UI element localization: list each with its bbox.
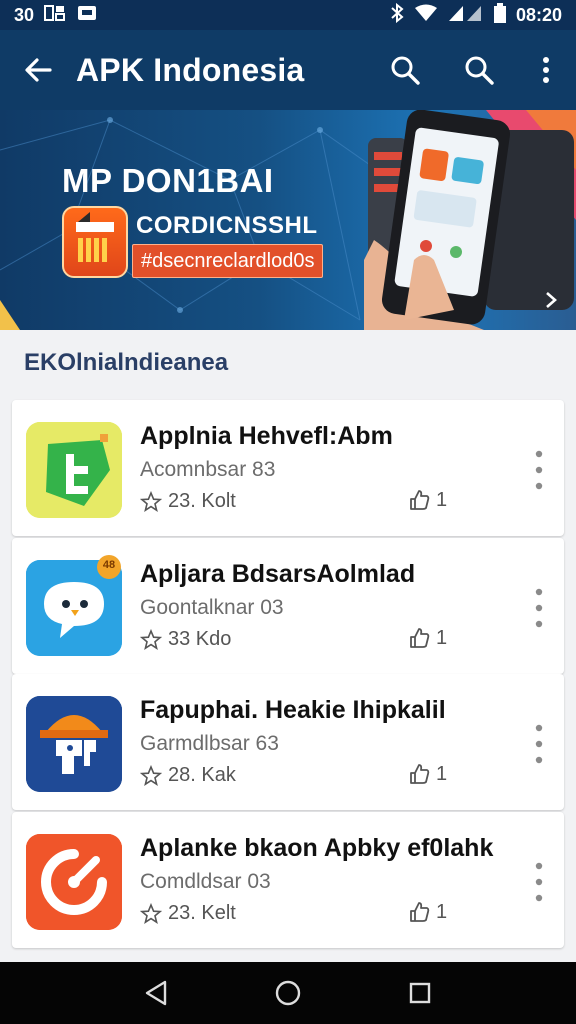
app-bar: APK Indonesia (0, 30, 576, 110)
list-item[interactable]: Applnia Hehvefl:Abm Acomnbsar 83 23. Kol… (12, 400, 564, 536)
app-name: Applnia Hehvefl:Abm (140, 422, 393, 450)
nav-recents-button[interactable] (390, 963, 450, 1023)
hard-hat-icon (26, 696, 122, 792)
green-tile-icon (26, 422, 122, 518)
thumbs-up-icon (410, 764, 430, 784)
overflow-menu-button[interactable] (516, 30, 576, 110)
signal-icon (448, 4, 484, 27)
battery-icon (493, 2, 506, 28)
more-vert-icon (535, 588, 543, 628)
app-developer: Garmdlbsar 63 (140, 732, 279, 755)
chevron-right-icon (546, 292, 557, 308)
search-button[interactable] (368, 30, 442, 110)
search-icon (465, 56, 494, 85)
app-rating-text: 28. Kak (168, 764, 236, 786)
status-left-text: 30 (14, 4, 35, 25)
notification-icon (44, 4, 66, 27)
more-vert-icon (535, 450, 543, 490)
app-rating-text: 23. Kelt (168, 902, 236, 924)
app-icon (26, 422, 122, 518)
nav-home-button[interactable] (258, 963, 318, 1023)
system-nav-bar (0, 962, 576, 1024)
home-circle-icon (275, 980, 301, 1006)
app-like-button[interactable]: 1 (408, 762, 447, 786)
thumbs-up-icon (410, 628, 430, 648)
list-item[interactable]: 48 Apljara BdsarsAolmlad Goontalknar 03 … (12, 538, 564, 674)
circular-arrow-icon (26, 834, 122, 930)
search-icon (391, 56, 420, 85)
item-menu-button[interactable] (522, 440, 556, 500)
app-developer: Acomnbsar 83 (140, 458, 276, 481)
app-like-button[interactable]: 1 (408, 626, 447, 650)
app-like-button[interactable]: 1 (408, 900, 447, 924)
item-menu-button[interactable] (522, 578, 556, 638)
item-menu-button[interactable] (522, 714, 556, 774)
banner-heading: MP DON1BAI (62, 162, 274, 199)
mail-icon (76, 4, 98, 27)
nav-back-button[interactable] (126, 963, 186, 1023)
app-likes-text: 1 (436, 762, 448, 785)
back-triangle-icon (145, 980, 167, 1006)
app-likes-text: 1 (436, 626, 448, 649)
banner-cta[interactable]: #dsecnreclardlod0s (132, 244, 324, 278)
app-developer: Goontalknar 03 (140, 596, 284, 619)
list-item[interactable]: Aplanke bkaon Apbky ef0lahk Comdldsar 03… (12, 812, 564, 948)
app-developer: Comdldsar 03 (140, 870, 271, 893)
app-badge: 48 (102, 559, 116, 571)
app-like-button[interactable]: 1 (408, 488, 447, 512)
star-icon (140, 764, 162, 786)
back-button[interactable] (0, 30, 76, 110)
section-title: EKOlnialndieanea (24, 349, 229, 376)
thumbs-up-icon (410, 490, 430, 510)
bluetooth-icon (390, 2, 404, 28)
star-icon (140, 628, 162, 650)
app-icon (26, 696, 122, 792)
promo-banner[interactable]: MP DON1BAI CORDICNSSHL #dsecnreclardlod0… (0, 110, 576, 330)
app-title: APK Indonesia (76, 51, 305, 88)
recents-square-icon (409, 982, 431, 1004)
app-rating: 23. Kelt (140, 902, 236, 925)
app-name: Apljara BdsarsAolmlad (140, 560, 416, 588)
back-arrow-icon (25, 58, 52, 82)
list-item[interactable]: Fapuphai. Heakie Ihipkalil Garmdlbsar 63… (12, 674, 564, 810)
app-rating: 23. Kolt (140, 490, 236, 513)
app-name: Fapuphai. Heakie Ihipkalil (140, 696, 446, 724)
more-vert-icon (535, 862, 543, 902)
thumbs-up-icon (410, 902, 430, 922)
banner-logo (62, 206, 128, 278)
app-name: Aplanke bkaon Apbky ef0lahk (140, 834, 494, 862)
app-rating-text: 33 Kdo (168, 628, 232, 650)
star-icon (140, 902, 162, 924)
star-icon (140, 490, 162, 512)
more-vert-icon (543, 57, 549, 83)
status-bar: 30 08:20 (0, 0, 576, 30)
app-icon (26, 834, 122, 930)
app-rating: 28. Kak (140, 764, 236, 787)
app-likes-text: 1 (436, 900, 448, 923)
app-actions (368, 30, 576, 110)
banner-next-button[interactable] (544, 290, 558, 315)
app-rating: 33 Kdo (140, 628, 231, 651)
more-vert-icon (535, 724, 543, 764)
app-rating-text: 23. Kolt (168, 490, 236, 512)
search-button-secondary[interactable] (442, 30, 516, 110)
item-menu-button[interactable] (522, 852, 556, 912)
app-likes-text: 1 (436, 488, 448, 511)
status-right: 08:20 (390, 2, 562, 28)
status-time: 08:20 (515, 4, 562, 25)
banner-subheading: CORDICNSSHL (136, 212, 318, 239)
wifi-icon (414, 4, 438, 27)
status-left: 30 (14, 4, 98, 27)
